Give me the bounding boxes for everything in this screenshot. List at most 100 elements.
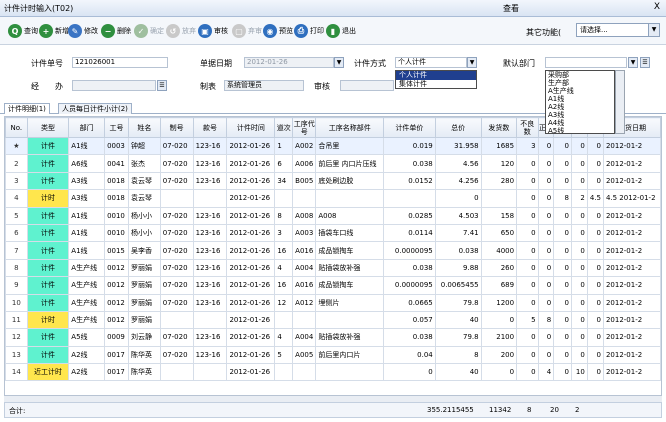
table-cell[interactable]: 0 (570, 154, 588, 173)
table-cell[interactable] (292, 189, 317, 208)
table-cell[interactable]: 120 (480, 154, 518, 173)
table-cell[interactable]: A004 (292, 328, 317, 347)
table-cell[interactable]: 0 (553, 171, 572, 191)
table-cell[interactable]: 0.038 (383, 154, 436, 173)
table-cell[interactable]: 0 (586, 136, 604, 156)
table-cell[interactable]: A3线 (68, 189, 106, 208)
table-cell[interactable]: 0 (586, 223, 604, 243)
table-cell[interactable]: 袁云琴 (128, 189, 161, 208)
table-cell[interactable]: 0 (553, 328, 572, 347)
table-cell[interactable]: 13 (5, 345, 28, 365)
table-cell[interactable]: 2012-01-26 (226, 310, 276, 330)
table-cell[interactable]: 计件 (26, 241, 70, 260)
table-row[interactable]: 6 计件 A1线 0010 杨小小 07-020 123-16 2012-01-26 3 A003… (5, 223, 661, 243)
table-cell[interactable]: 0 (516, 363, 539, 382)
table-cell[interactable]: 2100 (480, 328, 518, 347)
table-row[interactable]: 13 计件 A2线 0017 陈华英 07-020 123-16 2012-01-26 5 A00… (5, 345, 661, 365)
table-cell[interactable]: 2012-01-2 (602, 171, 661, 191)
toolbar-button-0[interactable]: Q 查询 (8, 23, 38, 39)
table-cell[interactable]: 12 (274, 293, 294, 312)
table-cell[interactable]: 07-020 (159, 154, 194, 173)
table-cell[interactable]: A016 (292, 241, 317, 260)
table-cell[interactable]: A003 (292, 223, 317, 243)
table-cell[interactable]: 计件 (26, 171, 70, 191)
dept-dropdown-list[interactable]: 采购部 生产部 A生产线 A1线 A2线 A3线 A4线 A5线 (545, 70, 615, 134)
table-cell[interactable]: 0 (537, 328, 555, 347)
dept-option[interactable]: 生产部 (546, 79, 614, 87)
table-cell[interactable]: 0 (537, 276, 555, 295)
table-cell[interactable]: 07-020 (159, 258, 194, 278)
table-cell[interactable]: 0 (586, 310, 604, 330)
table-cell[interactable]: 0.0114 (383, 223, 436, 243)
table-cell[interactable]: 0012 (104, 258, 129, 278)
table-cell[interactable]: 埋侧片 (315, 293, 385, 312)
table-cell[interactable]: 陈华英 (128, 345, 161, 365)
table-cell[interactable]: 2012-01-26 (226, 345, 276, 365)
table-cell[interactable]: 0012 (104, 310, 129, 330)
table-cell[interactable]: 0 (537, 206, 555, 225)
other-functions-select[interactable]: 请选择... ▼ (576, 23, 660, 37)
table-cell[interactable]: 计件 (26, 276, 70, 295)
table-row[interactable]: 11 计时 A生产线 0012 罗丽娟 2012-01-26 0.057 40 0 5 8 0 0 0 20… (5, 310, 661, 330)
table-cell[interactable]: 罗丽娟 (128, 293, 161, 312)
toolbar-button-1[interactable]: + 新增 (39, 23, 69, 39)
table-cell[interactable]: 123-16 (192, 258, 228, 278)
table-cell[interactable]: 2012-01-26 (226, 189, 276, 208)
table-cell[interactable]: 123-16 (192, 171, 228, 191)
table-cell[interactable]: 0 (553, 258, 572, 278)
table-cell[interactable]: 0 (586, 171, 604, 191)
table-cell[interactable]: 成品锁掏车 (315, 276, 385, 295)
table-cell[interactable]: 吴李香 (128, 241, 161, 260)
method-dropdown-button[interactable]: ▼ (467, 57, 477, 68)
table-cell[interactable]: A1线 (68, 223, 106, 243)
dept-picker-button[interactable]: ☰ (640, 57, 650, 68)
table-cell[interactable]: 0 (537, 154, 555, 173)
toolbar-button-10[interactable]: ▮ 退出 (326, 23, 356, 39)
table-cell[interactable]: 2012-01-2 (602, 241, 661, 260)
column-header[interactable]: 计件单价 (383, 117, 436, 138)
table-cell[interactable]: 0 (570, 276, 588, 295)
table-cell[interactable]: A012 (292, 293, 317, 312)
table-cell[interactable]: 0 (516, 154, 539, 173)
table-cell[interactable]: 0 (537, 189, 555, 208)
table-cell[interactable]: 7 (5, 241, 28, 260)
table-cell[interactable]: 12 (5, 328, 28, 347)
table-cell[interactable]: 0 (586, 206, 604, 225)
table-cell[interactable]: 16 (274, 276, 294, 295)
table-cell[interactable]: 0 (553, 223, 572, 243)
table-cell[interactable]: 0012 (104, 276, 129, 295)
table-cell[interactable]: 4.5 (586, 189, 604, 208)
table-cell[interactable]: 2012-01-2 (602, 136, 661, 156)
table-cell[interactable]: 9 (5, 276, 28, 295)
table-cell[interactable]: 刘云静 (128, 328, 161, 347)
table-cell[interactable]: 0 (570, 310, 588, 330)
table-cell[interactable]: 0.057 (383, 310, 436, 330)
table-cell[interactable]: 0.038 (383, 258, 436, 278)
table-cell[interactable]: 计件 (26, 136, 70, 156)
table-cell[interactable]: 07-020 (159, 136, 194, 156)
table-cell[interactable]: 0012 (104, 293, 129, 312)
tab-daily-summary[interactable]: 人员每日计件小计(2) (58, 103, 132, 114)
table-cell[interactable]: 0 (516, 223, 539, 243)
toolbar-button-5[interactable]: ↺ 放弃 (166, 23, 196, 39)
table-cell[interactable]: 2012-01-2 (602, 328, 661, 347)
table-cell[interactable]: 4.256 (434, 171, 482, 191)
table-cell[interactable]: 07-020 (159, 328, 194, 347)
table-cell[interactable]: 0 (516, 345, 539, 365)
table-cell[interactable] (274, 310, 294, 330)
table-cell[interactable]: 200 (480, 345, 518, 365)
table-cell[interactable] (292, 310, 317, 330)
table-cell[interactable] (159, 363, 194, 382)
table-cell[interactable]: 贴插袋放补强 (315, 258, 385, 278)
table-cell[interactable]: 0041 (104, 154, 129, 173)
table-cell[interactable]: 0 (516, 258, 539, 278)
table-cell[interactable]: A生产线 (68, 276, 106, 295)
table-cell[interactable]: 0.0152 (383, 171, 436, 191)
table-cell[interactable]: 0.04 (383, 345, 436, 365)
toolbar-button-4[interactable]: ✓ 确定 (134, 23, 164, 39)
table-cell[interactable]: 0 (537, 223, 555, 243)
table-cell[interactable]: 1685 (480, 136, 518, 156)
date-dropdown-button[interactable]: ▼ (334, 57, 344, 68)
table-cell[interactable]: A016 (292, 276, 317, 295)
table-cell[interactable]: A008 (292, 206, 317, 225)
